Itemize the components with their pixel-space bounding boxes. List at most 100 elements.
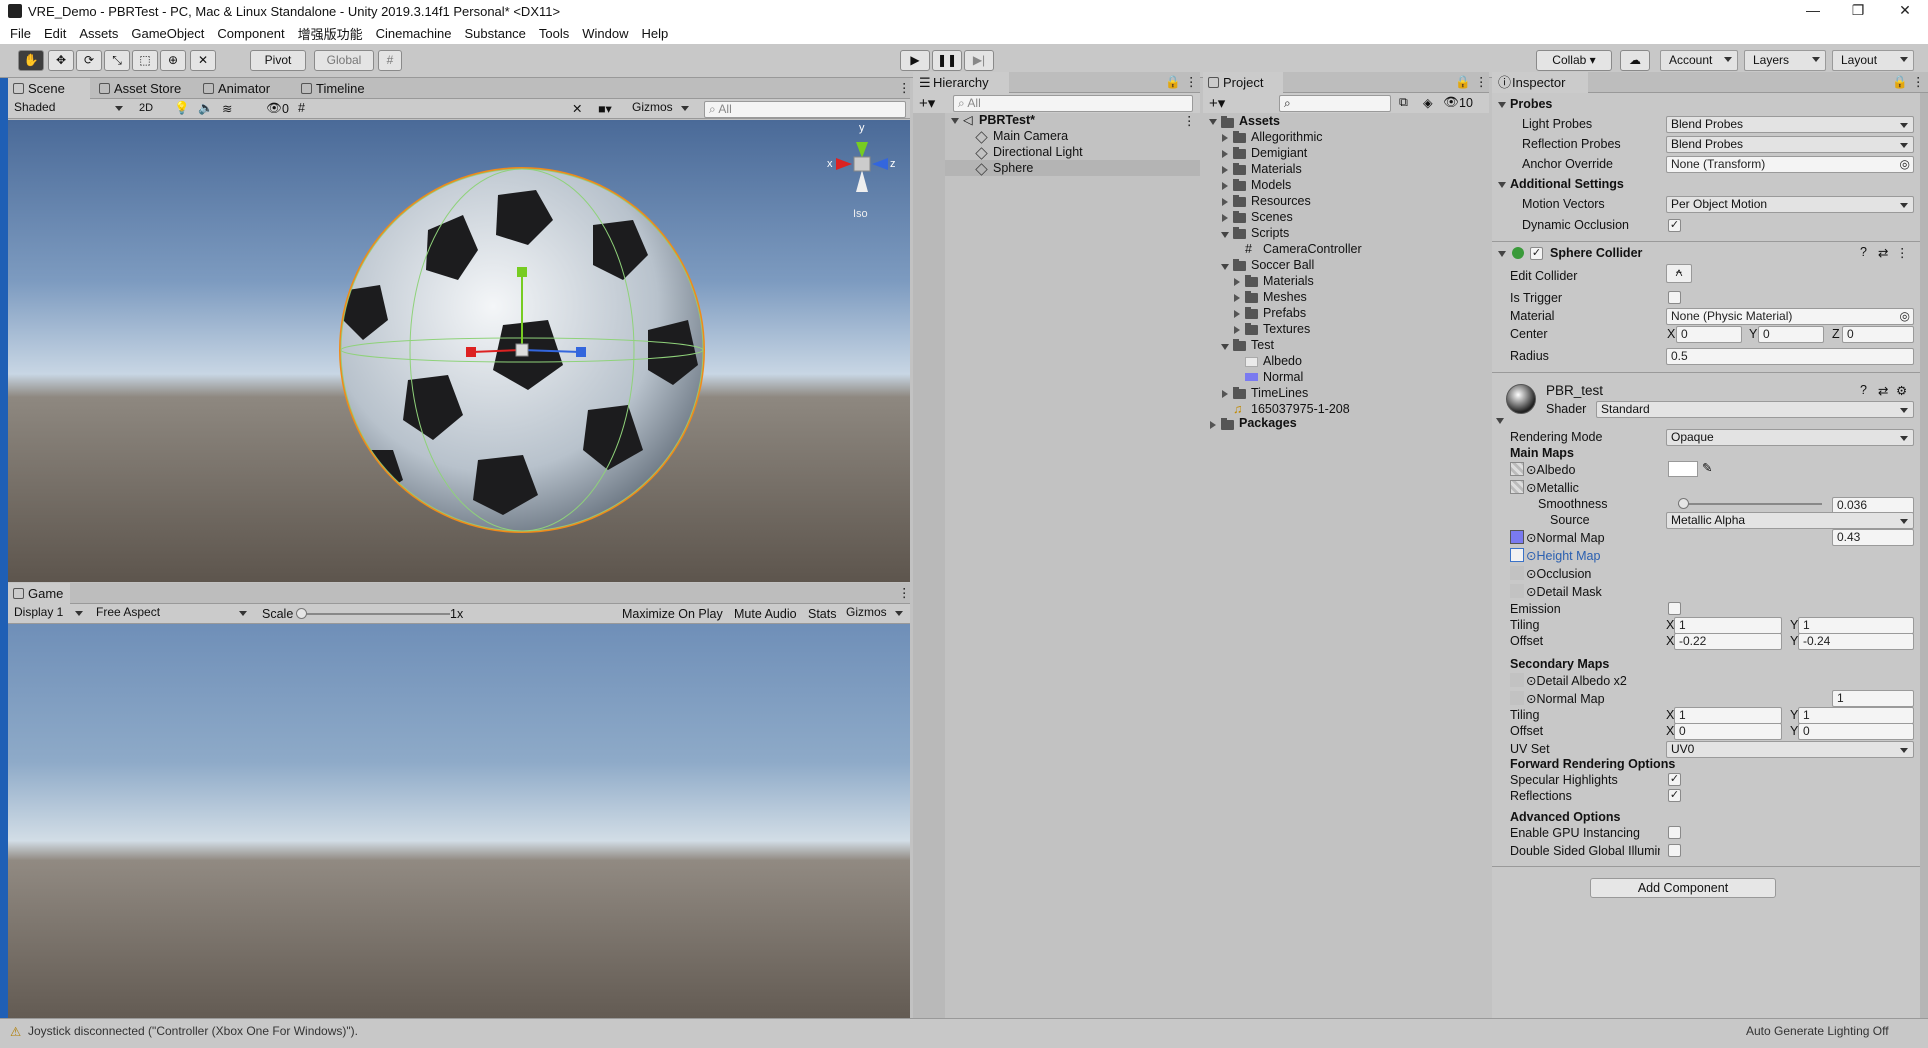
project-item[interactable]: Scenes [1251, 210, 1293, 224]
scene-viewport[interactable]: y x z Iso [8, 120, 910, 582]
offset2-x-field[interactable]: 0 [1674, 723, 1782, 740]
probes-header[interactable]: Probes [1510, 97, 1552, 111]
lock-icon[interactable]: 🔒 [1455, 75, 1471, 90]
scale-tool-button[interactable]: ⤡ [104, 50, 130, 71]
tiling2-x-field[interactable]: 1 [1674, 707, 1782, 724]
detail-normal-label[interactable]: ⊙Normal Map [1526, 691, 1605, 706]
menu-enhanced[interactable]: 增强版功能 [298, 24, 363, 43]
layers-dropdown[interactable]: Layers [1744, 50, 1826, 71]
smoothness-slider[interactable] [1678, 503, 1822, 505]
create-plus-icon[interactable]: +▾ [1209, 94, 1225, 112]
albedo-color-field[interactable] [1668, 461, 1698, 477]
shading-dropdown[interactable]: Shaded [10, 100, 128, 117]
uv-set-dropdown[interactable]: UV0 [1666, 741, 1914, 758]
gear-icon[interactable]: ⚙ [1896, 383, 1907, 398]
project-item[interactable]: Meshes [1263, 290, 1307, 304]
game-panel-menu-icon[interactable]: ⋮ [898, 585, 911, 600]
custom-tool-button[interactable]: ✕ [190, 50, 216, 71]
edit-collider-button[interactable]: ⍲ [1666, 264, 1692, 283]
scale-slider[interactable] [302, 613, 450, 615]
expand-arrow-icon[interactable] [1234, 278, 1240, 286]
emission-checkbox[interactable] [1668, 602, 1681, 615]
tab-game[interactable]: Game [8, 583, 70, 604]
occlusion-texture-slot[interactable] [1510, 566, 1524, 580]
game-viewport[interactable] [8, 624, 910, 1018]
is-trigger-checkbox[interactable] [1668, 291, 1681, 304]
normal-map-label[interactable]: ⊙Normal Map [1526, 530, 1605, 545]
anchor-override-field[interactable]: None (Transform) ◎ [1666, 156, 1914, 173]
project-item[interactable]: Models [1251, 178, 1291, 192]
double-sided-gi-checkbox[interactable] [1668, 844, 1681, 857]
project-item[interactable]: Scripts [1251, 226, 1289, 240]
expand-arrow-icon[interactable] [1222, 390, 1228, 398]
scene-search-input[interactable]: ⌕ All [704, 101, 906, 118]
tools-icon[interactable]: ✕ [572, 101, 582, 116]
scene-menu-icon[interactable]: ⋮ [1183, 113, 1196, 128]
effects-icon[interactable]: ≋ [222, 101, 232, 116]
height-map-label[interactable]: ⊙Height Map [1526, 548, 1600, 563]
physic-material-field[interactable]: None (Physic Material) ◎ [1666, 308, 1914, 325]
expand-arrow-icon[interactable] [1498, 182, 1506, 188]
hierarchy-item-main-camera[interactable]: Main Camera [993, 129, 1068, 143]
layout-dropdown[interactable]: Layout [1832, 50, 1914, 71]
add-component-button[interactable]: Add Component [1590, 878, 1776, 898]
account-dropdown[interactable]: Account [1660, 50, 1738, 71]
2d-toggle[interactable]: 2D [139, 102, 153, 114]
move-tool-button[interactable]: ✥ [48, 50, 74, 71]
object-picker-icon[interactable]: ◎ [1900, 157, 1910, 172]
radius-field[interactable]: 0.5 [1666, 348, 1914, 365]
camera-icon[interactable]: ■▾ [598, 101, 612, 116]
tab-hierarchy[interactable]: ☰ Hierarchy [913, 72, 1009, 93]
dynamic-occlusion-checkbox[interactable]: ✓ [1668, 219, 1681, 232]
menu-gameobject[interactable]: GameObject [131, 26, 204, 41]
rendering-mode-dropdown[interactable]: Opaque [1666, 429, 1914, 446]
project-item[interactable]: Test [1251, 338, 1274, 352]
sphere-collider-enabled-checkbox[interactable]: ✓ [1530, 247, 1543, 260]
object-picker-icon[interactable]: ◎ [1900, 309, 1910, 324]
menu-assets[interactable]: Assets [79, 26, 118, 41]
smoothness-slider-thumb[interactable] [1678, 498, 1690, 509]
albedo-label[interactable]: ⊙Albedo [1526, 462, 1575, 477]
collab-button[interactable]: Collab ▾ [1536, 50, 1612, 71]
filter-label-icon[interactable]: ◈ [1423, 95, 1433, 110]
snap-button[interactable]: # [378, 50, 402, 71]
project-menu-icon[interactable]: ⋮ [1475, 74, 1488, 89]
hierarchy-item-sphere[interactable]: Sphere [993, 161, 1033, 175]
project-item[interactable]: Materials [1263, 274, 1314, 288]
occlusion-label[interactable]: ⊙Occlusion [1526, 566, 1591, 581]
project-item[interactable]: Demigiant [1251, 146, 1307, 160]
menu-tools[interactable]: Tools [539, 26, 569, 41]
menu-component[interactable]: Component [217, 26, 284, 41]
aspect-dropdown[interactable]: Free Aspect [92, 605, 252, 622]
help-icon[interactable]: ? [1860, 383, 1867, 397]
tab-animator[interactable]: Animator [198, 78, 294, 99]
scene-root[interactable]: PBRTest* [979, 113, 1035, 127]
detail-normal-texture-slot[interactable] [1510, 691, 1524, 705]
gizmos-dropdown[interactable]: Gizmos [628, 100, 694, 117]
expand-arrow-icon[interactable] [1210, 421, 1216, 429]
audio-icon[interactable]: 🔈 [198, 101, 214, 116]
step-button[interactable]: ▶| [964, 50, 994, 71]
project-item[interactable]: Prefabs [1263, 306, 1306, 320]
filter-type-icon[interactable]: ⧉ [1399, 95, 1408, 110]
expand-arrow-icon[interactable] [1222, 182, 1228, 190]
maximize-button[interactable]: ❐ [1838, 0, 1878, 22]
lighting-icon[interactable]: 💡 [174, 101, 190, 116]
expand-arrow-icon[interactable] [1222, 150, 1228, 158]
center-z-field[interactable]: 0 [1842, 326, 1914, 343]
expand-arrow-icon[interactable] [1234, 310, 1240, 318]
reflections-checkbox[interactable]: ✓ [1668, 789, 1681, 802]
center-x-field[interactable]: 0 [1676, 326, 1742, 343]
specular-highlights-checkbox[interactable]: ✓ [1668, 773, 1681, 786]
expand-arrow-icon[interactable] [951, 118, 959, 124]
menu-help[interactable]: Help [642, 26, 669, 41]
project-item[interactable]: 165037975-1-208 [1251, 402, 1350, 416]
hand-tool-button[interactable]: ✋ [18, 50, 44, 71]
create-plus-icon[interactable]: +▾ [919, 94, 935, 112]
additional-settings-header[interactable]: Additional Settings [1510, 177, 1624, 191]
sphere-collider-header[interactable]: Sphere Collider [1550, 246, 1642, 260]
expand-arrow-icon[interactable] [1222, 166, 1228, 174]
tab-asset-store[interactable]: Asset Store [94, 78, 194, 99]
hierarchy-menu-icon[interactable]: ⋮ [1185, 74, 1198, 89]
project-item[interactable]: Textures [1263, 322, 1310, 336]
